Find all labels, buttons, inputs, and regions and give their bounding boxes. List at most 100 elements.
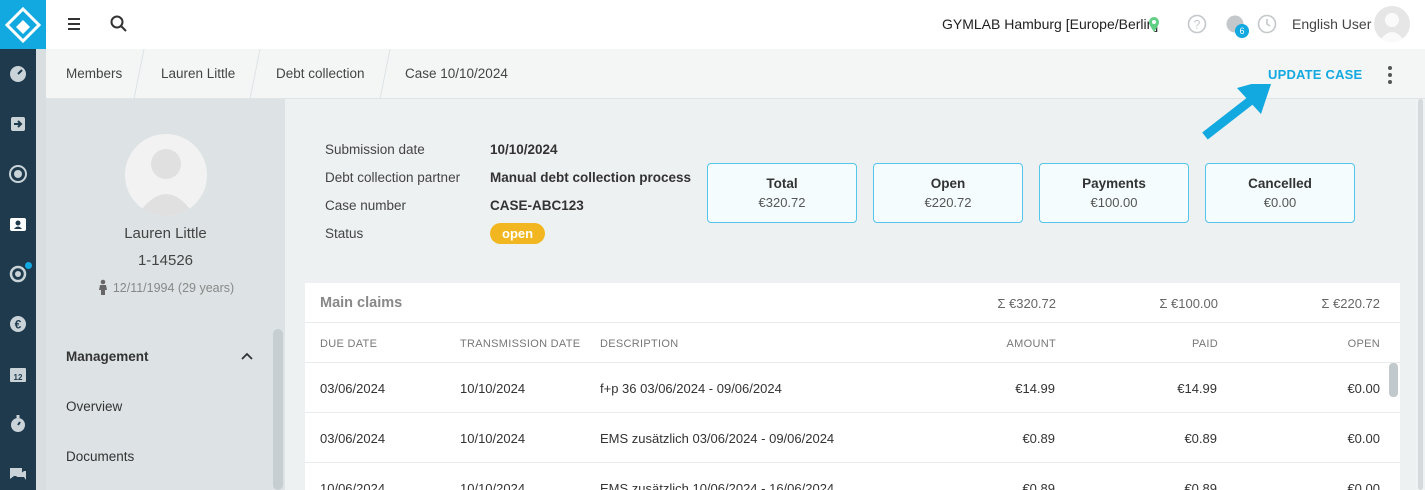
col-paid[interactable]: PAID: [1058, 338, 1218, 350]
avatar[interactable]: [1374, 6, 1410, 42]
cell-paid: €14.99: [1177, 381, 1217, 396]
case-number-value: CASE-ABC123: [490, 198, 584, 213]
settings-icon[interactable]: [0, 259, 36, 289]
calendar-icon[interactable]: 12: [0, 359, 36, 389]
location-pin-icon: [1149, 17, 1159, 32]
update-case-button[interactable]: UPDATE CASE: [1268, 67, 1362, 82]
chevron-up-icon[interactable]: [241, 351, 253, 361]
nav-strip: [36, 49, 46, 490]
member-avatar: [125, 134, 207, 216]
cell-amount: €14.99: [1015, 381, 1055, 396]
user-name[interactable]: English User: [1292, 16, 1371, 32]
logo[interactable]: [0, 0, 46, 49]
sum-paid: Σ €100.00: [1159, 296, 1218, 311]
open-card: Open €220.72: [873, 163, 1023, 223]
page-scrollbar-thumb[interactable]: [1418, 99, 1423, 490]
target-icon[interactable]: [0, 159, 36, 189]
table-scrollbar[interactable]: [1389, 363, 1398, 397]
breadcrumb-debt-collection[interactable]: Debt collection: [276, 66, 365, 81]
member-dob-text: 12/11/1994 (29 years): [112, 281, 235, 295]
card-title: Open: [930, 176, 966, 191]
partner-label: Debt collection partner: [325, 170, 461, 185]
cell-transmission-date: 10/10/2024: [460, 481, 526, 490]
svg-text:€: €: [15, 318, 22, 332]
svg-text:?: ?: [1194, 18, 1201, 32]
menu-icon[interactable]: [64, 14, 84, 34]
checkin-icon[interactable]: [0, 109, 36, 139]
euro-icon[interactable]: €: [0, 309, 36, 339]
member-name: Lauren Little: [124, 225, 207, 242]
notification-badge: 6: [1235, 24, 1249, 38]
table-row[interactable]: 03/06/2024 10/10/2024 EMS zusätzlich 03/…: [305, 413, 1400, 463]
col-due-date[interactable]: DUE DATE: [320, 338, 377, 350]
cell-description: EMS zusätzlich 10/06/2024 - 16/06/2024: [600, 481, 835, 490]
status-badge: open: [490, 223, 546, 244]
help-icon[interactable]: ?: [1187, 14, 1207, 34]
total-card: Total €320.72: [707, 163, 857, 223]
card-value: €220.72: [924, 195, 972, 210]
member-number: 1-14526: [137, 252, 194, 269]
top-bar: GYMLAB Hamburg [Europe/Berlin] ? 6 Engli…: [46, 0, 1425, 49]
cell-due-date: 03/06/2024: [320, 431, 386, 446]
member-dob: 12/11/1994 (29 years): [46, 279, 285, 295]
notification-dot: [25, 262, 32, 269]
studio-selector[interactable]: GYMLAB Hamburg [Europe/Berlin]: [942, 16, 1158, 32]
cell-paid: €0.89: [1184, 431, 1217, 446]
table-section-header: Main claims Σ €320.72 Σ €100.00 Σ €220.7…: [305, 283, 1400, 323]
cell-paid: €0.89: [1184, 481, 1217, 490]
card-value: €0.00: [1263, 195, 1297, 210]
breadcrumb-members[interactable]: Members: [66, 66, 122, 81]
submission-date-label: Submission date: [325, 142, 425, 157]
table-title: Main claims: [320, 295, 403, 311]
management-section-title[interactable]: Management: [66, 349, 149, 364]
scrollbar[interactable]: [273, 329, 283, 490]
annotation-arrow: [1202, 84, 1271, 140]
cell-open: €0.00: [1347, 381, 1380, 396]
payments-card: Payments €100.00: [1039, 163, 1189, 223]
card-title: Total: [766, 176, 798, 191]
menu-item-documents[interactable]: Documents: [66, 449, 134, 464]
page-scrollbar[interactable]: [1416, 99, 1425, 490]
cell-open: €0.00: [1347, 481, 1380, 490]
cell-description: EMS zusätzlich 03/06/2024 - 09/06/2024: [600, 431, 835, 446]
cell-transmission-date: 10/10/2024: [460, 381, 526, 396]
col-open[interactable]: OPEN: [1220, 338, 1380, 350]
timer-icon[interactable]: [0, 409, 36, 439]
submission-date-value: 10/10/2024: [490, 142, 558, 157]
breadcrumb-separator: [379, 49, 391, 99]
members-icon[interactable]: [0, 209, 36, 239]
main-claims-table: Main claims Σ €320.72 Σ €100.00 Σ €220.7…: [305, 283, 1400, 490]
card-value: €320.72: [758, 195, 806, 210]
card-title: Cancelled: [1248, 176, 1312, 191]
person-icon: [98, 279, 107, 295]
search-icon[interactable]: [108, 13, 130, 35]
col-transmission-date[interactable]: TRANSMISSION DATE: [460, 338, 580, 350]
col-description[interactable]: DESCRIPTION: [600, 338, 678, 350]
dashboard-icon[interactable]: [0, 59, 36, 89]
breadcrumb-separator: [133, 49, 145, 99]
cell-transmission-date: 10/10/2024: [460, 431, 526, 446]
card-value: €100.00: [1090, 195, 1138, 210]
breadcrumb-member[interactable]: Lauren Little: [161, 66, 235, 81]
table-row[interactable]: 10/06/2024 10/10/2024 EMS zusätzlich 10/…: [305, 463, 1400, 490]
breadcrumb-separator: [249, 49, 261, 99]
cell-open: €0.00: [1347, 431, 1380, 446]
cell-due-date: 10/06/2024: [320, 481, 386, 490]
cancelled-card: Cancelled €0.00: [1205, 163, 1355, 223]
case-details: Submission date 10/10/2024 Debt collecti…: [285, 84, 1425, 490]
table-row[interactable]: 03/06/2024 10/10/2024 f+p 36 03/06/2024 …: [305, 363, 1400, 413]
col-amount[interactable]: AMOUNT: [896, 338, 1056, 350]
clock-icon[interactable]: [1257, 14, 1277, 34]
sum-open: Σ €220.72: [1321, 296, 1380, 311]
cell-amount: €0.89: [1022, 481, 1055, 490]
chat-icon[interactable]: [0, 459, 36, 489]
case-number-label: Case number: [325, 198, 407, 213]
sum-amount: Σ €320.72: [997, 296, 1056, 311]
cell-amount: €0.89: [1022, 431, 1055, 446]
member-profile-panel: Lauren Little 1-14526 12/11/1994 (29 yea…: [46, 99, 285, 490]
cell-due-date: 03/06/2024: [320, 381, 386, 396]
menu-item-overview[interactable]: Overview: [66, 399, 122, 414]
partner-value: Manual debt collection process: [490, 170, 692, 185]
more-options-icon[interactable]: [1384, 65, 1396, 85]
table-header: DUE DATE TRANSMISSION DATE DESCRIPTION A…: [305, 323, 1400, 363]
